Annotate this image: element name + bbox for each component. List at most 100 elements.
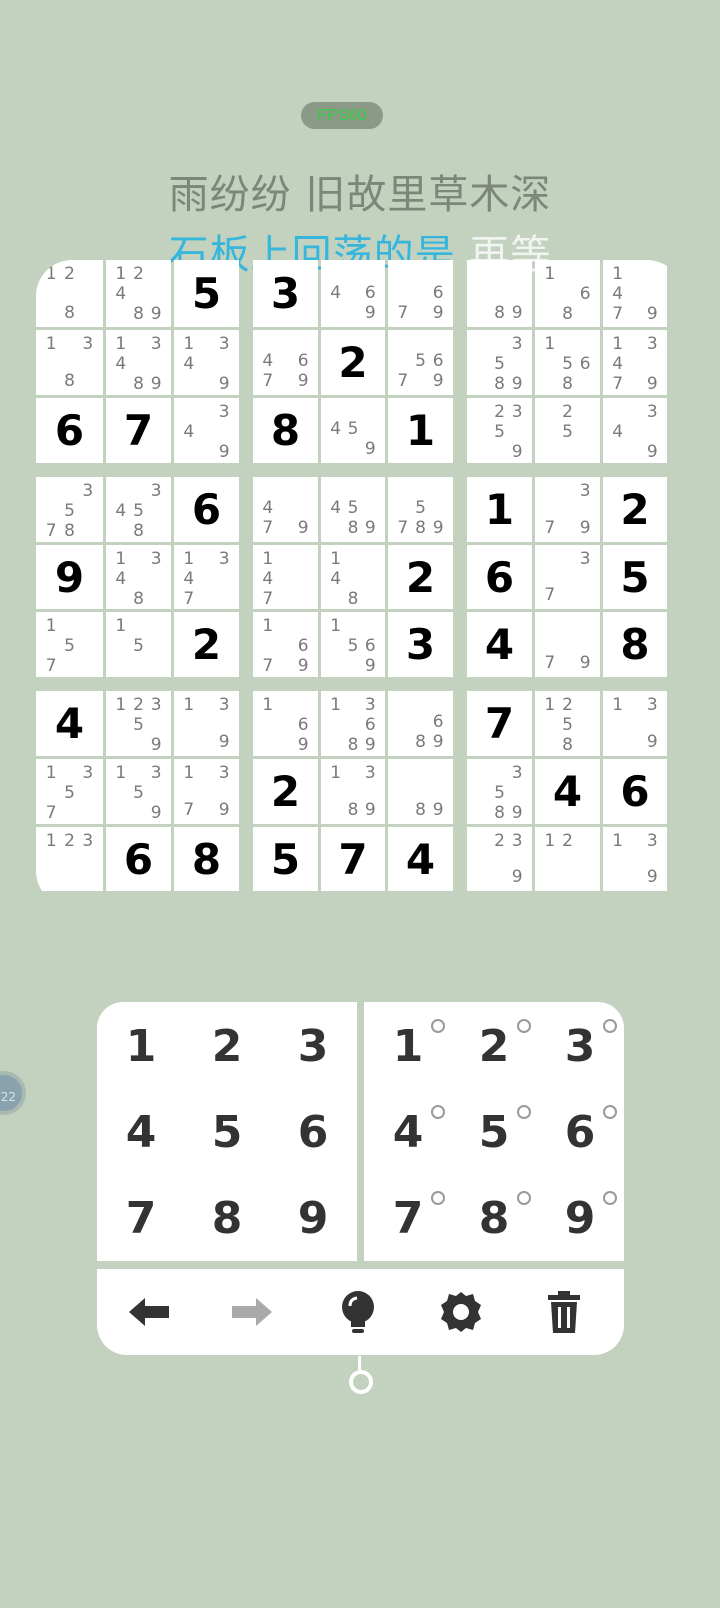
sudoku-cell[interactable]: 4 xyxy=(388,827,453,891)
number-key[interactable]: 4 xyxy=(98,1089,184,1175)
sudoku-cell[interactable]: 4 xyxy=(467,612,532,677)
sudoku-cell[interactable]: 2 xyxy=(603,477,667,542)
sudoku-cell[interactable]: 6 7 9 xyxy=(388,260,453,327)
sudoku-cell[interactable]: 3 7 9 xyxy=(535,477,600,542)
sudoku-cell[interactable]: 4 xyxy=(36,691,103,756)
number-key[interactable]: 1 xyxy=(98,1003,184,1089)
delete-button[interactable] xyxy=(536,1284,592,1340)
sudoku-cell[interactable]: 15 xyxy=(106,612,171,677)
sudoku-cell[interactable]: 12489 xyxy=(106,260,171,327)
sudoku-cell[interactable]: 7 xyxy=(467,691,532,756)
sudoku-cell[interactable]: 1568 xyxy=(535,330,600,395)
sudoku-cell[interactable]: 147 9 xyxy=(603,260,667,327)
sudoku-cell[interactable]: 6 xyxy=(467,545,532,609)
sudoku-cell[interactable]: 7 xyxy=(321,827,385,891)
sudoku-cell[interactable]: 1 3 4 9 xyxy=(174,330,239,395)
note-number-key[interactable]: 5 xyxy=(451,1089,537,1175)
sudoku-cell[interactable]: 56 7 9 xyxy=(388,330,453,395)
note-number-key[interactable]: 4 xyxy=(365,1089,451,1175)
redo-button[interactable] xyxy=(224,1284,280,1340)
sudoku-cell[interactable]: 1 3689 xyxy=(321,691,385,756)
sudoku-cell[interactable]: 6 xyxy=(106,827,171,891)
sudoku-cell[interactable]: 12 8 xyxy=(36,260,103,327)
sudoku-cell[interactable]: 7 xyxy=(106,398,171,463)
sudoku-cell[interactable]: 3 4 9 xyxy=(603,398,667,463)
sudoku-cell[interactable]: 1 3 47 xyxy=(174,545,239,609)
sudoku-cell[interactable]: 3589 xyxy=(467,759,532,824)
note-number-key[interactable]: 2 xyxy=(451,1003,537,1089)
sudoku-cell[interactable]: 147 xyxy=(253,545,318,609)
note-number-key[interactable]: 8 xyxy=(451,1175,537,1261)
sudoku-cell[interactable]: 23 9 xyxy=(467,827,532,891)
sudoku-cell[interactable]: 79 xyxy=(535,612,600,677)
sudoku-cell[interactable]: 1 389 xyxy=(321,759,385,824)
sudoku-cell[interactable]: 6 xyxy=(603,759,667,824)
sudoku-cell[interactable]: 459 xyxy=(321,398,385,463)
sudoku-cell[interactable]: 4 6 7 9 xyxy=(253,330,318,395)
sudoku-cell[interactable]: 1 xyxy=(388,398,453,463)
note-number-key[interactable]: 1 xyxy=(365,1003,451,1089)
sudoku-cell[interactable]: 157 xyxy=(36,612,103,677)
number-key[interactable]: 3 xyxy=(270,1003,356,1089)
sudoku-cell[interactable]: 1 xyxy=(467,477,532,542)
drag-handle[interactable] xyxy=(349,1370,373,1394)
sudoku-cell[interactable]: 2 xyxy=(253,759,318,824)
sudoku-cell[interactable]: 9 xyxy=(36,545,103,609)
sudoku-cell[interactable]: 5789 xyxy=(388,477,453,542)
sudoku-cell[interactable]: 689 xyxy=(388,691,453,756)
sudoku-cell[interactable]: 2359 xyxy=(467,398,532,463)
sudoku-cell[interactable]: 3 4 9 xyxy=(174,398,239,463)
sudoku-cell[interactable]: 1 359 xyxy=(106,759,171,824)
sudoku-cell[interactable]: 8 xyxy=(253,398,318,463)
number-key[interactable]: 6 xyxy=(270,1089,356,1175)
sudoku-cell[interactable]: 25 xyxy=(535,398,600,463)
sudoku-cell[interactable]: 1 357 xyxy=(36,759,103,824)
sudoku-cell[interactable]: 2 xyxy=(321,330,385,395)
sudoku-cell[interactable]: 1 38 xyxy=(36,330,103,395)
sudoku-cell[interactable]: 2 xyxy=(174,612,239,677)
sudoku-cell[interactable]: 47 9 xyxy=(253,477,318,542)
sudoku-cell[interactable]: 12359 xyxy=(106,691,171,756)
note-number-key[interactable]: 6 xyxy=(537,1089,623,1175)
number-key[interactable]: 9 xyxy=(270,1175,356,1261)
sudoku-cell[interactable]: 1 3 489 xyxy=(106,330,171,395)
note-number-key[interactable]: 7 xyxy=(365,1175,451,1261)
sudoku-cell[interactable]: 12 xyxy=(535,827,600,891)
side-float-button[interactable]: 22 xyxy=(0,1071,26,1115)
sudoku-cell[interactable]: 4 69 xyxy=(321,260,385,327)
sudoku-cell[interactable]: 4 xyxy=(535,759,600,824)
note-number-key[interactable]: 9 xyxy=(537,1175,623,1261)
number-key[interactable]: 2 xyxy=(184,1003,270,1089)
sudoku-cell[interactable]: 148 xyxy=(321,545,385,609)
sudoku-cell[interactable]: 123 xyxy=(36,827,103,891)
sudoku-cell[interactable]: 6 xyxy=(174,477,239,542)
sudoku-cell[interactable]: 1 3 48 xyxy=(106,545,171,609)
sudoku-cell[interactable]: 5 xyxy=(253,827,318,891)
sudoku-cell[interactable]: 3589 xyxy=(467,330,532,395)
sudoku-cell[interactable]: 37 xyxy=(535,545,600,609)
sudoku-cell[interactable]: 1 68 xyxy=(535,260,600,327)
sudoku-cell[interactable]: 1 3 9 xyxy=(603,691,667,756)
sudoku-cell[interactable]: 5 xyxy=(174,260,239,327)
sudoku-cell[interactable]: 3578 xyxy=(36,477,103,542)
sudoku-cell[interactable]: 1569 xyxy=(321,612,385,677)
sudoku-cell[interactable]: 3 xyxy=(388,612,453,677)
sudoku-cell[interactable]: 1 69 xyxy=(253,691,318,756)
sudoku-cell[interactable]: 1258 xyxy=(535,691,600,756)
settings-button[interactable] xyxy=(433,1284,489,1340)
sudoku-cell[interactable]: 4589 xyxy=(321,477,385,542)
sudoku-cell[interactable]: 1 3 7 9 xyxy=(174,759,239,824)
note-number-key[interactable]: 3 xyxy=(537,1003,623,1089)
number-key[interactable]: 7 xyxy=(98,1175,184,1261)
sudoku-cell[interactable]: 1 3 9 xyxy=(174,691,239,756)
sudoku-cell[interactable]: 89 xyxy=(467,260,532,327)
number-key[interactable]: 5 xyxy=(184,1089,270,1175)
sudoku-cell[interactable]: 6 xyxy=(36,398,103,463)
sudoku-cell[interactable]: 1679 xyxy=(253,612,318,677)
sudoku-cell[interactable]: 1 3 47 9 xyxy=(603,330,667,395)
sudoku-cell[interactable]: 3 458 xyxy=(106,477,171,542)
sudoku-cell[interactable]: 2 xyxy=(388,545,453,609)
number-key[interactable]: 8 xyxy=(184,1175,270,1261)
undo-button[interactable] xyxy=(121,1284,177,1340)
hint-button[interactable] xyxy=(330,1284,386,1340)
